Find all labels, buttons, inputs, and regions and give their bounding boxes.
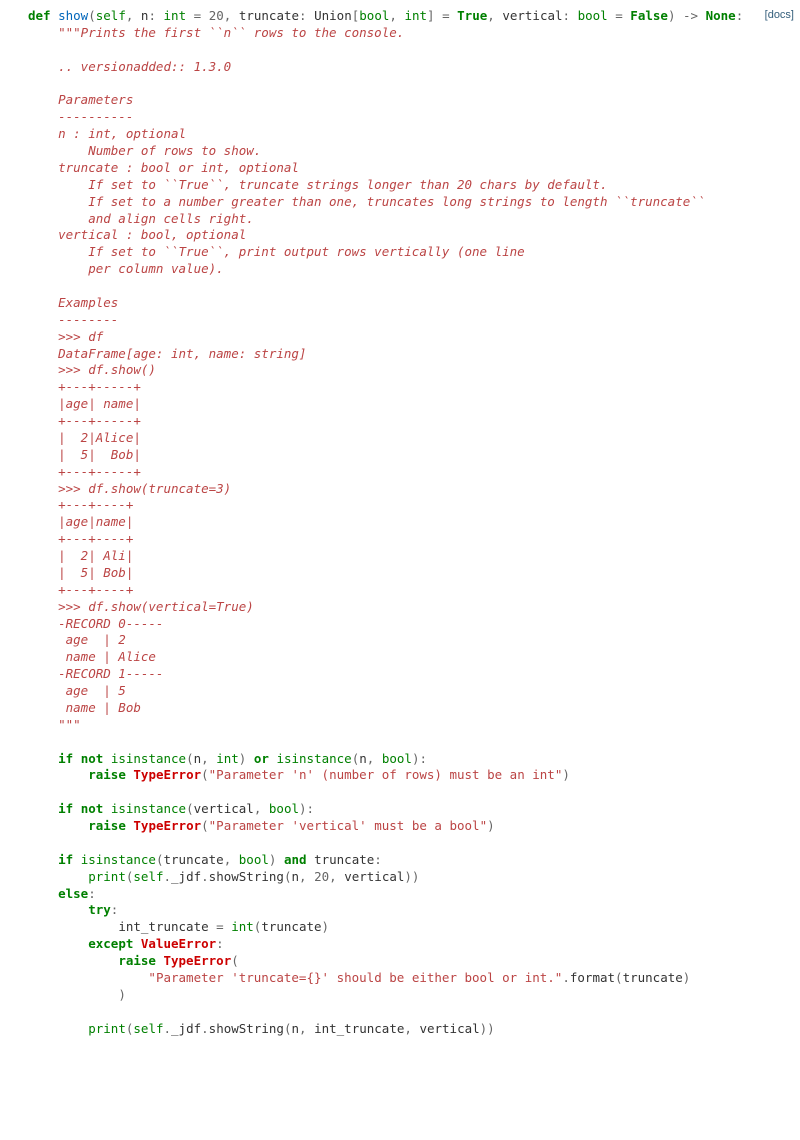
- err-truncate: "Parameter 'truncate={}' should be eithe…: [148, 970, 562, 985]
- err-n: "Parameter 'n' (number of rows) must be …: [209, 767, 563, 782]
- param-self: self: [96, 8, 126, 23]
- docs-link[interactable]: [docs]: [765, 8, 794, 23]
- func-name: show: [58, 8, 88, 23]
- code-container: [docs] def show(self, n: int = 20, trunc…: [0, 0, 800, 1045]
- err-vertical: "Parameter 'vertical' must be a bool": [209, 818, 487, 833]
- docs-link-text: [docs]: [765, 9, 794, 21]
- kw-def: def: [28, 8, 51, 23]
- source-code: def show(self, n: int = 20, truncate: Un…: [0, 0, 800, 1045]
- docstring: """Prints the first ``n`` rows to the co…: [28, 25, 705, 732]
